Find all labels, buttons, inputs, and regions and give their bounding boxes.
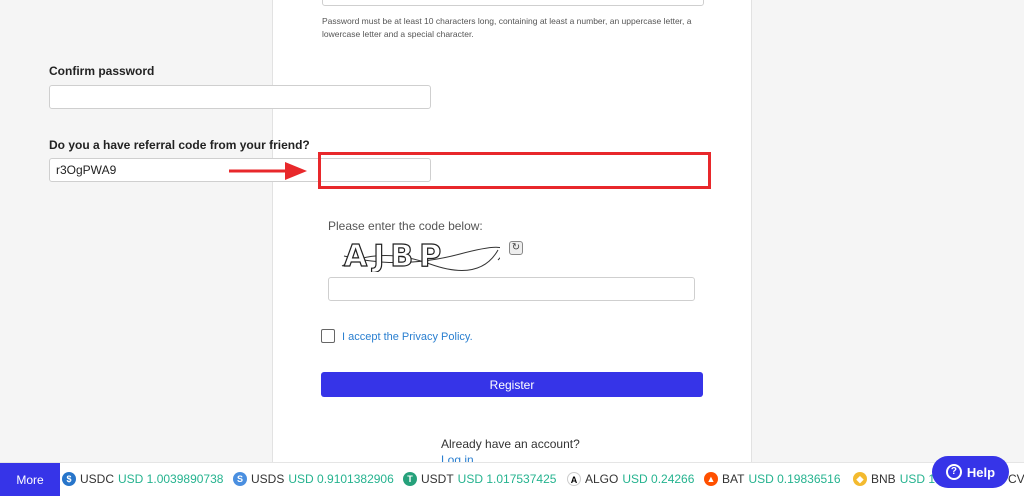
help-label: Help: [966, 464, 996, 480]
ticker-item-algo: A ALGO USD 0.24266: [567, 472, 694, 486]
ticker-symbol: BAT: [722, 472, 745, 486]
ticker-item-usdt: T USDT USD 1.017537425: [403, 472, 556, 486]
ticker-item-cv: CV: [1008, 472, 1024, 486]
password-hint: Password must be at least 10 characters …: [322, 16, 692, 39]
ticker-symbol: ALGO: [585, 472, 619, 486]
more-button[interactable]: More: [0, 463, 60, 496]
ticker-price: USD 0.9101382906: [288, 472, 394, 486]
already-account-text: Already have an account?: [441, 437, 580, 451]
captcha-image: AJBP: [341, 238, 500, 272]
confirm-password-input[interactable]: [49, 85, 431, 109]
ticker-symbol: USDC: [80, 472, 115, 486]
usdt-icon: T: [403, 472, 417, 486]
privacy-policy-link[interactable]: I accept the Privacy Policy.: [342, 331, 473, 343]
ticker-price: USD 1.0039890738: [118, 472, 224, 486]
captcha-text: AJBP: [344, 239, 447, 272]
ticker-price: USD 1.017537425: [457, 472, 557, 486]
highlight-box: [318, 152, 711, 189]
ticker-price: USD 0.19836516: [748, 472, 841, 486]
register-button[interactable]: Register: [321, 372, 703, 397]
usdc-icon: $: [62, 472, 76, 486]
refresh-captcha-icon[interactable]: ↻: [509, 241, 523, 255]
bnb-icon: ◆: [853, 472, 867, 486]
crypto-ticker: More $ USDC USD 1.0039890738 S USDS USD …: [0, 462, 1024, 496]
confirm-password-label: Confirm password: [49, 64, 155, 78]
arrow-icon: [229, 162, 307, 180]
captcha-input[interactable]: [328, 277, 695, 301]
captcha-prompt: Please enter the code below:: [328, 219, 483, 233]
bat-icon: ▲: [704, 472, 718, 486]
usds-icon: S: [233, 472, 247, 486]
help-button[interactable]: ? Help: [932, 456, 1009, 488]
ticker-item-bat: ▲ BAT USD 0.19836516: [704, 472, 841, 486]
ticker-symbol: BNB: [871, 472, 896, 486]
ticker-symbol: CV: [1008, 472, 1024, 486]
ticker-symbol: USDS: [251, 472, 285, 486]
referral-code-label: Do you a have referral code from your fr…: [49, 138, 310, 152]
ticker-item-usdc: $ USDC USD 1.0039890738: [62, 472, 223, 486]
ticker-price: USD 0.24266: [622, 472, 695, 486]
ticker-symbol: USDT: [421, 472, 454, 486]
algo-icon: A: [567, 472, 581, 486]
ticker-item-usds: S USDS USD 0.9101382906: [233, 472, 394, 486]
question-icon: ?: [945, 464, 962, 480]
password-input[interactable]: [322, 0, 704, 6]
privacy-policy-checkbox[interactable]: [321, 329, 335, 343]
ticker-item-bnb: ◆ BNB USD 19: [853, 472, 942, 486]
